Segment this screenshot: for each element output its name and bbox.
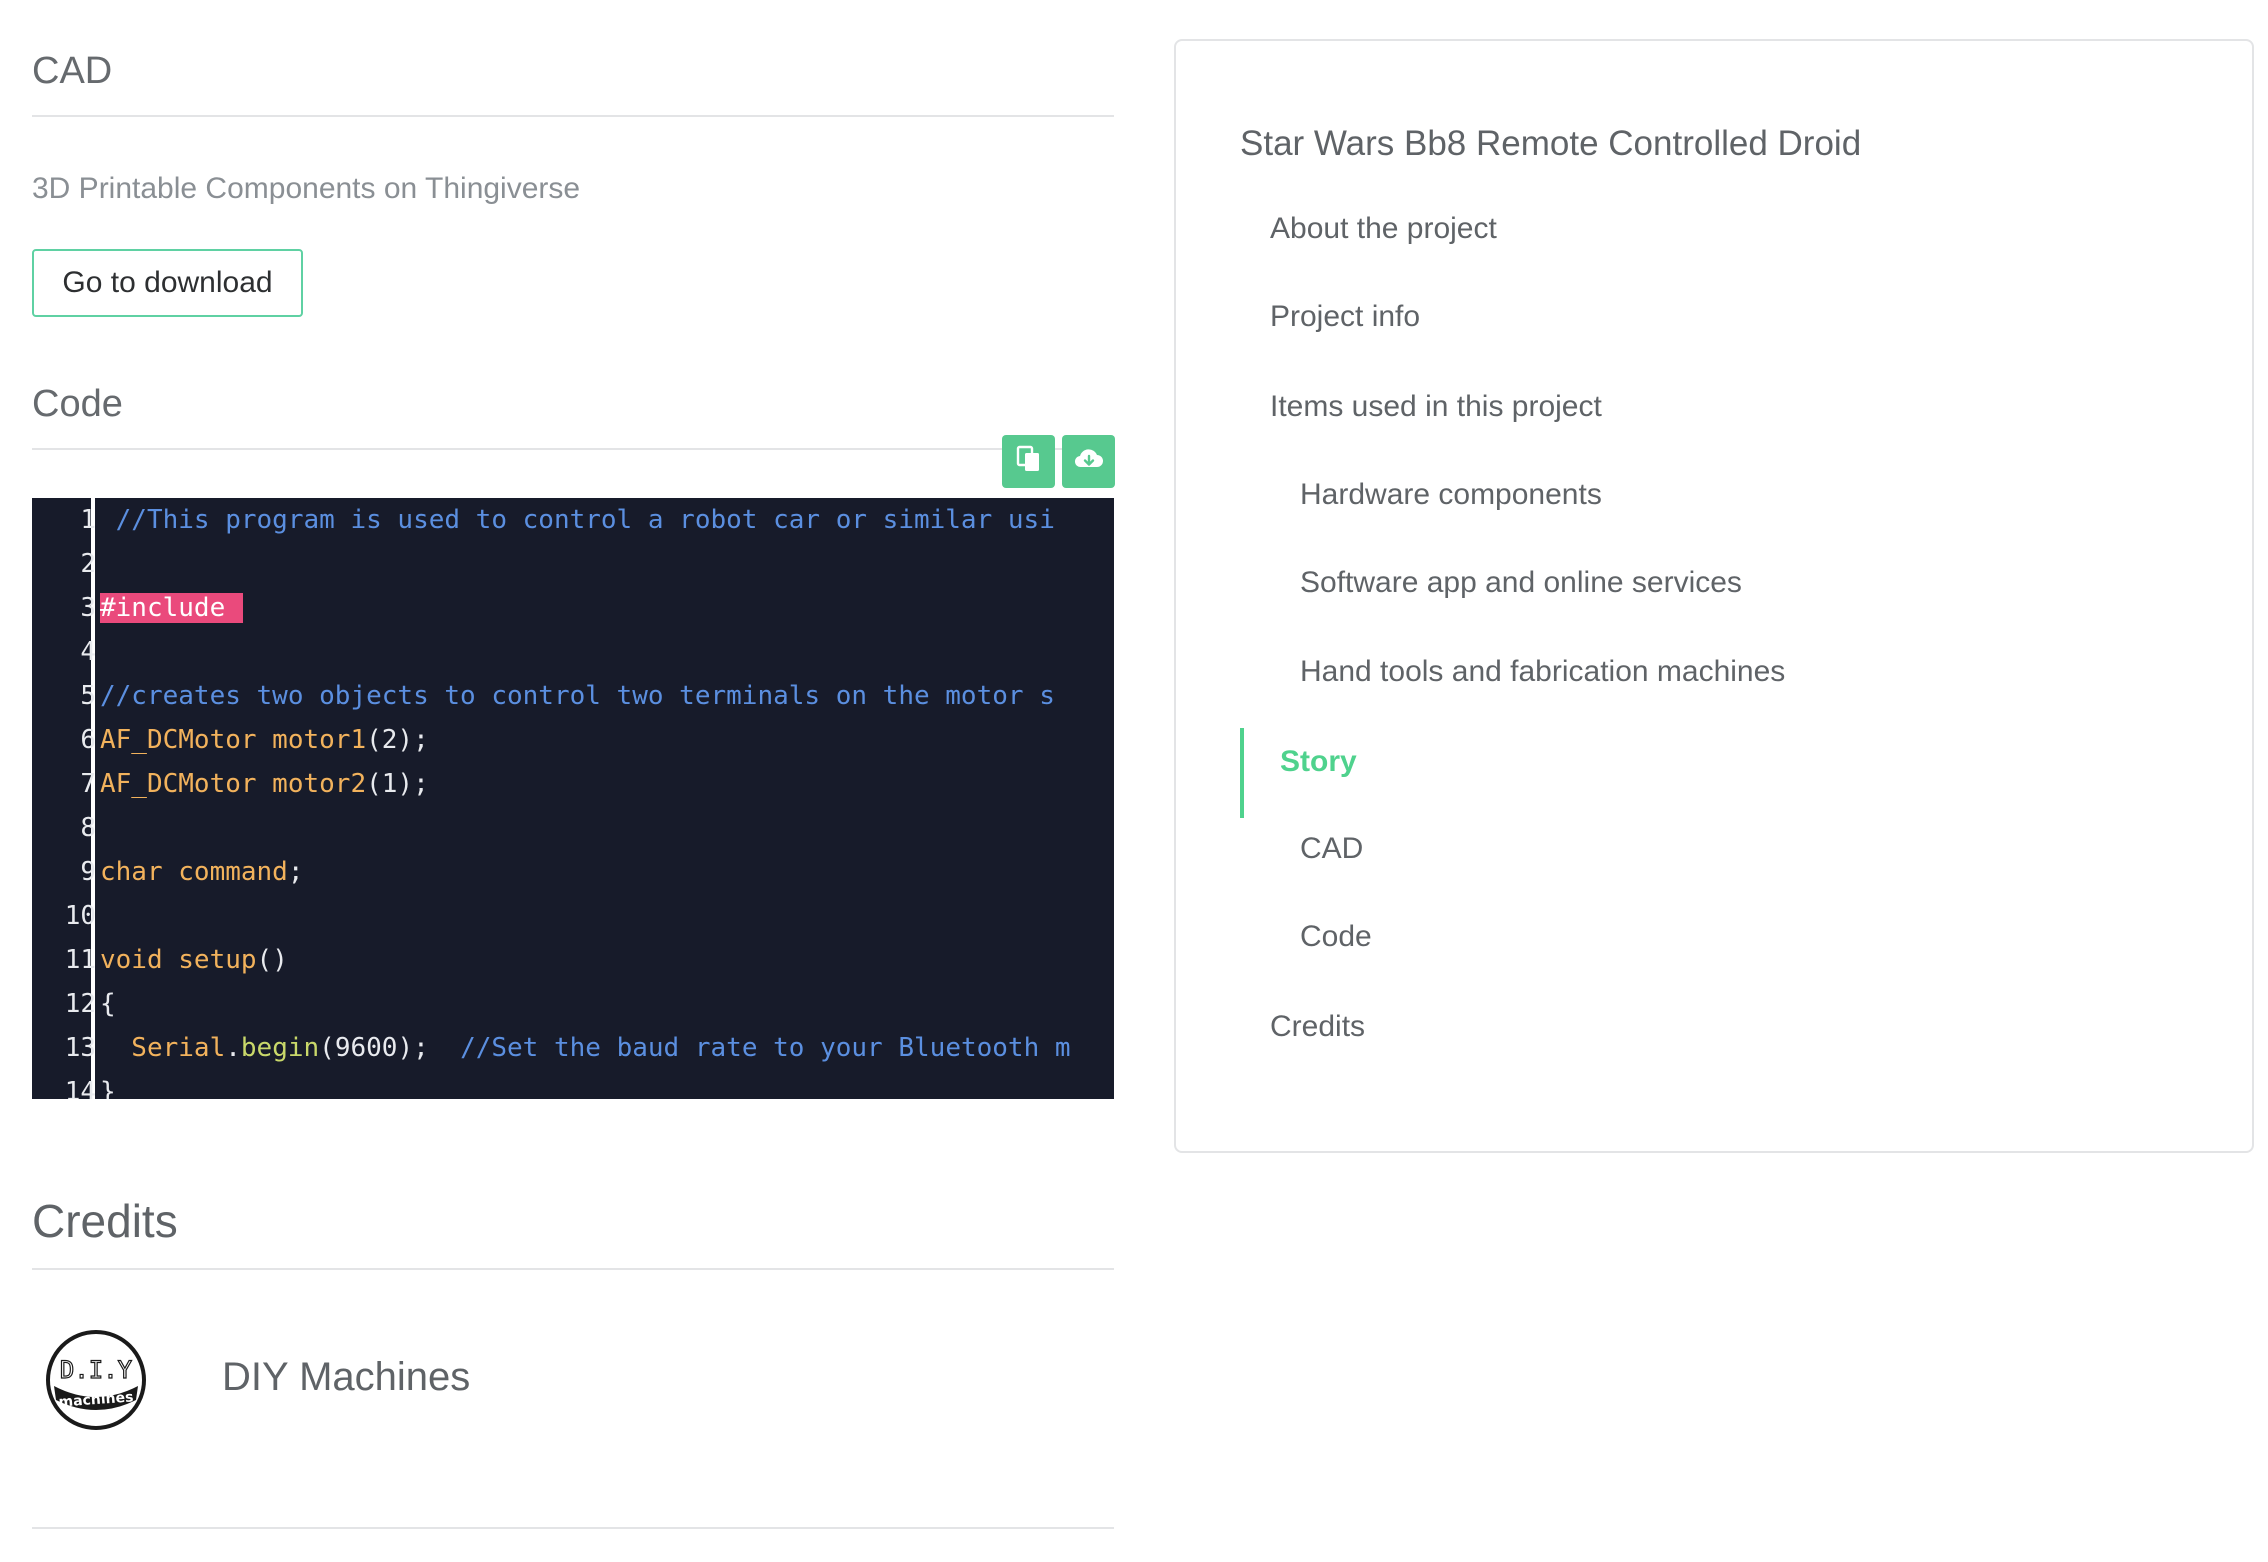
code-line: 14} [32,1070,1114,1099]
code-token: (2); [366,725,429,755]
go-to-download-label: Go to download [62,266,273,299]
code-token: begin [240,1033,320,1063]
toc-item-software-app-and-online-services[interactable]: Software app and online services [1300,566,1742,600]
toc-item-cad[interactable]: CAD [1300,832,1363,866]
code-text: { [100,982,116,1026]
line-number: 9 [80,857,96,887]
cad-subtitle: 3D Printable Components on Thingiverse [32,172,581,205]
line-number: 7 [80,769,96,799]
toc-item-code[interactable]: Code [1300,920,1372,954]
logo-text-top: D.I.Y [60,1356,133,1384]
code-token: (9600); [319,1033,461,1063]
code-token: //creates two objects to control two ter… [100,681,1055,711]
code-token: AF_DCMotor motor2 [100,769,367,799]
line-number: 6 [80,725,96,755]
credits-heading: Credits [32,1195,178,1247]
code-line: 5//creates two objects to control two te… [32,674,1114,718]
copy-code-button[interactable] [1002,435,1055,488]
line-number: 4 [80,637,96,667]
bottom-divider [32,1527,1114,1529]
credits-divider [32,1268,1114,1270]
line-number: 12 [64,989,96,1019]
code-token: Serial [100,1033,226,1063]
code-line: 13 Serial.begin(9600); //Set the baud ra… [32,1026,1114,1070]
line-number: 5 [80,681,96,711]
line-number: 3 [80,593,96,623]
code-text: void setup() [100,938,288,982]
toc-item-items-used-in-this-project[interactable]: Items used in this project [1270,390,1602,424]
credit-author-name[interactable]: DIY Machines [222,1355,470,1400]
code-token: () [256,945,288,975]
code-text: Serial.begin(9600); //Set the baud rate … [100,1026,1071,1070]
code-line: 3 #include [32,586,1114,630]
active-indicator [1240,728,1244,818]
line-number: 14 [64,1077,96,1099]
code-token: (1); [366,769,429,799]
toc-item-about-the-project[interactable]: About the project [1270,212,1497,246]
download-code-button[interactable] [1062,435,1115,488]
code-token: #include [100,593,244,623]
cloud-download-icon [1073,447,1105,476]
toc-item-story[interactable]: Story [1280,745,1357,779]
code-text: char command; [100,850,304,894]
code-text: AF_DCMotor motor2(1); [100,762,429,806]
code-token: void setup [100,945,257,975]
code-token: { [100,989,116,1019]
code-token: //This program is used to control a robo… [100,505,1055,535]
code-token: AF_DCMotor motor1 [100,725,367,755]
code-line: 7 AF_DCMotor motor2(1); [32,762,1114,806]
line-number: 2 [80,549,96,579]
cad-divider [32,115,1114,117]
code-heading: Code [32,383,123,425]
code-token: ; [287,857,304,887]
toc-item-project-info[interactable]: Project info [1270,300,1420,334]
code-text: //creates two objects to control two ter… [100,674,1055,718]
code-line: 9 char command; [32,850,1114,894]
code-token: } [100,1077,116,1099]
code-text: #include [100,586,244,630]
code-divider [32,448,1114,450]
code-line: 6 AF_DCMotor motor1(2); [32,718,1114,762]
go-to-download-button[interactable]: Go to download [32,249,303,317]
code-line: 10 [32,894,1114,938]
toc-item-hardware-components[interactable]: Hardware components [1300,478,1602,512]
line-number: 11 [64,945,96,975]
code-line: 1 //This program is used to control a ro… [32,498,1114,542]
diy-machines-logo[interactable]: D.I.Y machines [46,1330,146,1430]
line-number: 13 [64,1033,96,1063]
toc-item-hand-tools-and-fabrication-machines[interactable]: Hand tools and fabrication machines [1300,655,1785,689]
line-number: 10 [64,901,96,931]
code-token: . [225,1033,241,1063]
cad-heading: CAD [32,50,113,92]
line-number: 1 [80,505,96,535]
code-line: 4 [32,630,1114,674]
toc-title[interactable]: Star Wars Bb8 Remote Controlled Droid [1240,124,1861,164]
line-number: 8 [80,813,96,843]
code-token: char command [100,857,288,887]
code-block[interactable]: 1 //This program is used to control a ro… [32,498,1114,1099]
code-line: 12{ [32,982,1114,1026]
code-text: //This program is used to control a robo… [100,498,1055,542]
copy-icon [1016,445,1042,478]
code-text: AF_DCMotor motor1(2); [100,718,429,762]
code-line: 11 void setup() [32,938,1114,982]
code-token: //Set the baud rate to your Bluetooth m [460,1033,1071,1063]
code-line: 8 [32,806,1114,850]
toc-item-credits[interactable]: Credits [1270,1010,1365,1044]
code-line: 2 [32,542,1114,586]
code-text: } [100,1070,116,1099]
logo-text-bottom: machines [58,1389,134,1410]
